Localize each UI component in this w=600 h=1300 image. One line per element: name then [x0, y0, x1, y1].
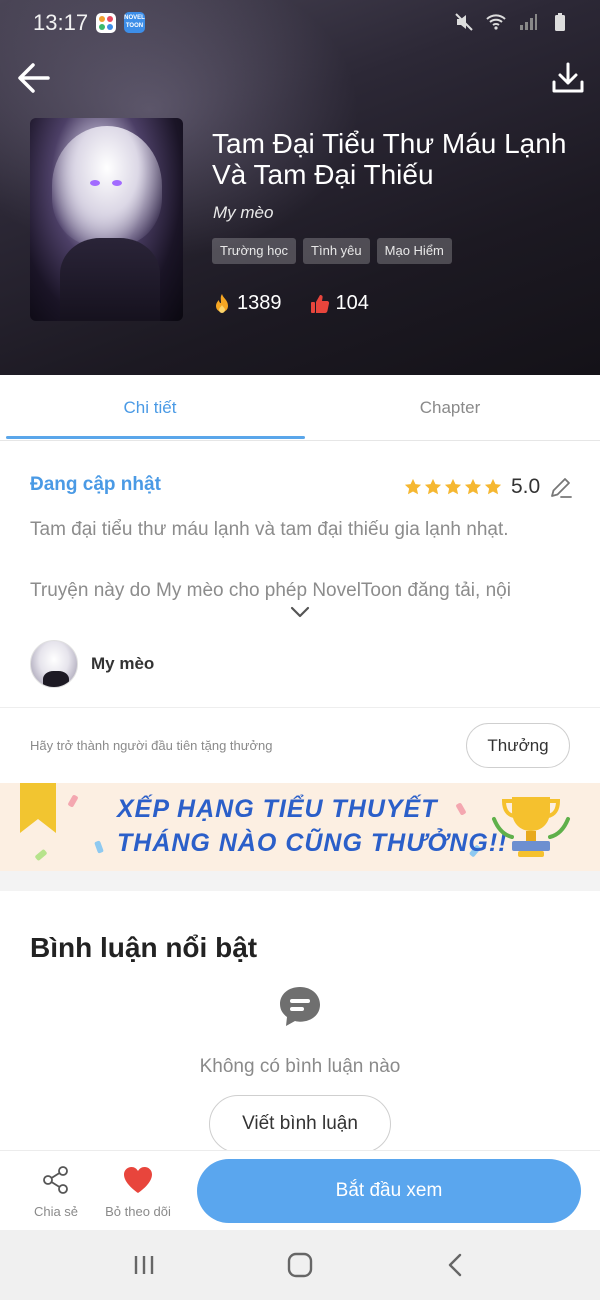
no-comments-text: Không có bình luận nào	[199, 1056, 401, 1077]
tag-romance[interactable]: Tình yêu	[303, 238, 370, 264]
fire-icon	[216, 293, 228, 313]
mute-icon	[455, 13, 473, 31]
status-icons	[454, 12, 570, 32]
write-comment-button[interactable]: Viết bình luận	[209, 1095, 391, 1153]
author-name[interactable]: My mèo	[91, 654, 154, 674]
views-count: 1389	[237, 292, 282, 314]
thumbs-up-icon	[310, 294, 329, 313]
recent-apps-icon[interactable]	[129, 1250, 159, 1280]
book-header: 13:17 NOVEL TOON Tam Đại Tiểu Thư Máu Lạ…	[0, 0, 600, 375]
star-icon	[424, 478, 442, 495]
description-line-1: Tam đại tiểu thư máu lạnh và tam đại thi…	[30, 519, 509, 540]
bookmark-ribbon-icon	[20, 783, 56, 833]
heart-icon	[124, 1167, 152, 1193]
share-label: Chia sẻ	[33, 1204, 79, 1219]
battery-icon	[555, 13, 565, 31]
download-icon[interactable]	[548, 58, 588, 98]
back-arrow-icon[interactable]	[14, 58, 54, 98]
description-line-2: Truyện này do My mèo cho phép NovelToon …	[30, 580, 511, 601]
expand-chevron-icon[interactable]	[288, 604, 312, 620]
noveltoon-app-icon: NOVEL TOON	[124, 12, 145, 33]
views-stat: 1389	[213, 292, 282, 315]
star-icon	[464, 478, 482, 495]
tag-adventure[interactable]: Mạo Hiểm	[376, 238, 452, 264]
trophy-icon	[492, 797, 570, 857]
likes-stat: 104	[310, 292, 369, 315]
tab-detail[interactable]: Chi tiết	[0, 375, 300, 441]
rating-stars	[404, 478, 502, 496]
author-avatar[interactable]	[30, 640, 78, 688]
bottom-action-bar: Chia sẻ Bỏ theo dõi Bắt đầu xem	[0, 1150, 600, 1230]
start-reading-button[interactable]: Bắt đầu xem	[197, 1159, 581, 1223]
banner-line-2: THÁNG NÀO CŨNG THƯỞNG!!	[117, 829, 508, 857]
banner-line-1: XẾP HẠNG TIỂU THUYẾT	[117, 795, 438, 823]
home-icon[interactable]	[285, 1250, 315, 1280]
rating: 5.0	[404, 474, 574, 500]
star-icon	[404, 478, 422, 495]
reward-button[interactable]: Thưởng	[466, 723, 570, 768]
book-cover-image	[30, 118, 183, 321]
app-grid-icon	[96, 13, 116, 33]
wifi-icon	[486, 14, 506, 30]
ranking-banner[interactable]: XẾP HẠNG TIỂU THUYẾT THÁNG NÀO CŨNG THƯỞ…	[0, 783, 600, 871]
share-button[interactable]: Chia sẻ	[28, 1165, 84, 1219]
reward-prompt: Hãy trở thành người đầu tiên tặng thưởng	[30, 738, 273, 753]
signal-icon	[520, 14, 537, 30]
divider	[0, 707, 600, 708]
comment-bubble-icon	[280, 987, 320, 1026]
tab-chapter[interactable]: Chapter	[300, 375, 600, 441]
status-bar: 13:17 NOVEL TOON	[0, 0, 600, 48]
unfollow-label: Bỏ theo dõi	[105, 1204, 171, 1219]
status-time: 13:17	[33, 10, 89, 35]
back-nav-icon[interactable]	[441, 1250, 471, 1280]
edit-rating-icon[interactable]	[548, 474, 574, 500]
author-row[interactable]: My mèo	[30, 640, 154, 688]
book-author[interactable]: My mèo	[213, 203, 273, 223]
genre-tags: Trường học Tình yêu Mạo Hiểm	[212, 238, 452, 264]
share-icon	[43, 1166, 68, 1194]
star-icon	[444, 478, 462, 495]
tag-school[interactable]: Trường học	[212, 238, 297, 264]
star-icon	[484, 478, 502, 495]
likes-count: 104	[335, 292, 369, 314]
book-stats: 1389 104	[213, 292, 397, 315]
active-tab-indicator	[6, 436, 305, 439]
section-separator	[0, 871, 600, 891]
detail-tabs: Chi tiết Chapter	[0, 375, 600, 441]
update-status: Đang cập nhật	[30, 474, 161, 495]
unfollow-button[interactable]: Bỏ theo dõi	[100, 1165, 176, 1219]
rating-value: 5.0	[511, 475, 541, 498]
book-title: Tam Đại Tiểu Thư Máu Lạnh Và Tam Đại Thi…	[212, 128, 567, 190]
comments-title: Bình luận nổi bật	[30, 932, 258, 963]
system-navigation-bar	[0, 1230, 600, 1300]
